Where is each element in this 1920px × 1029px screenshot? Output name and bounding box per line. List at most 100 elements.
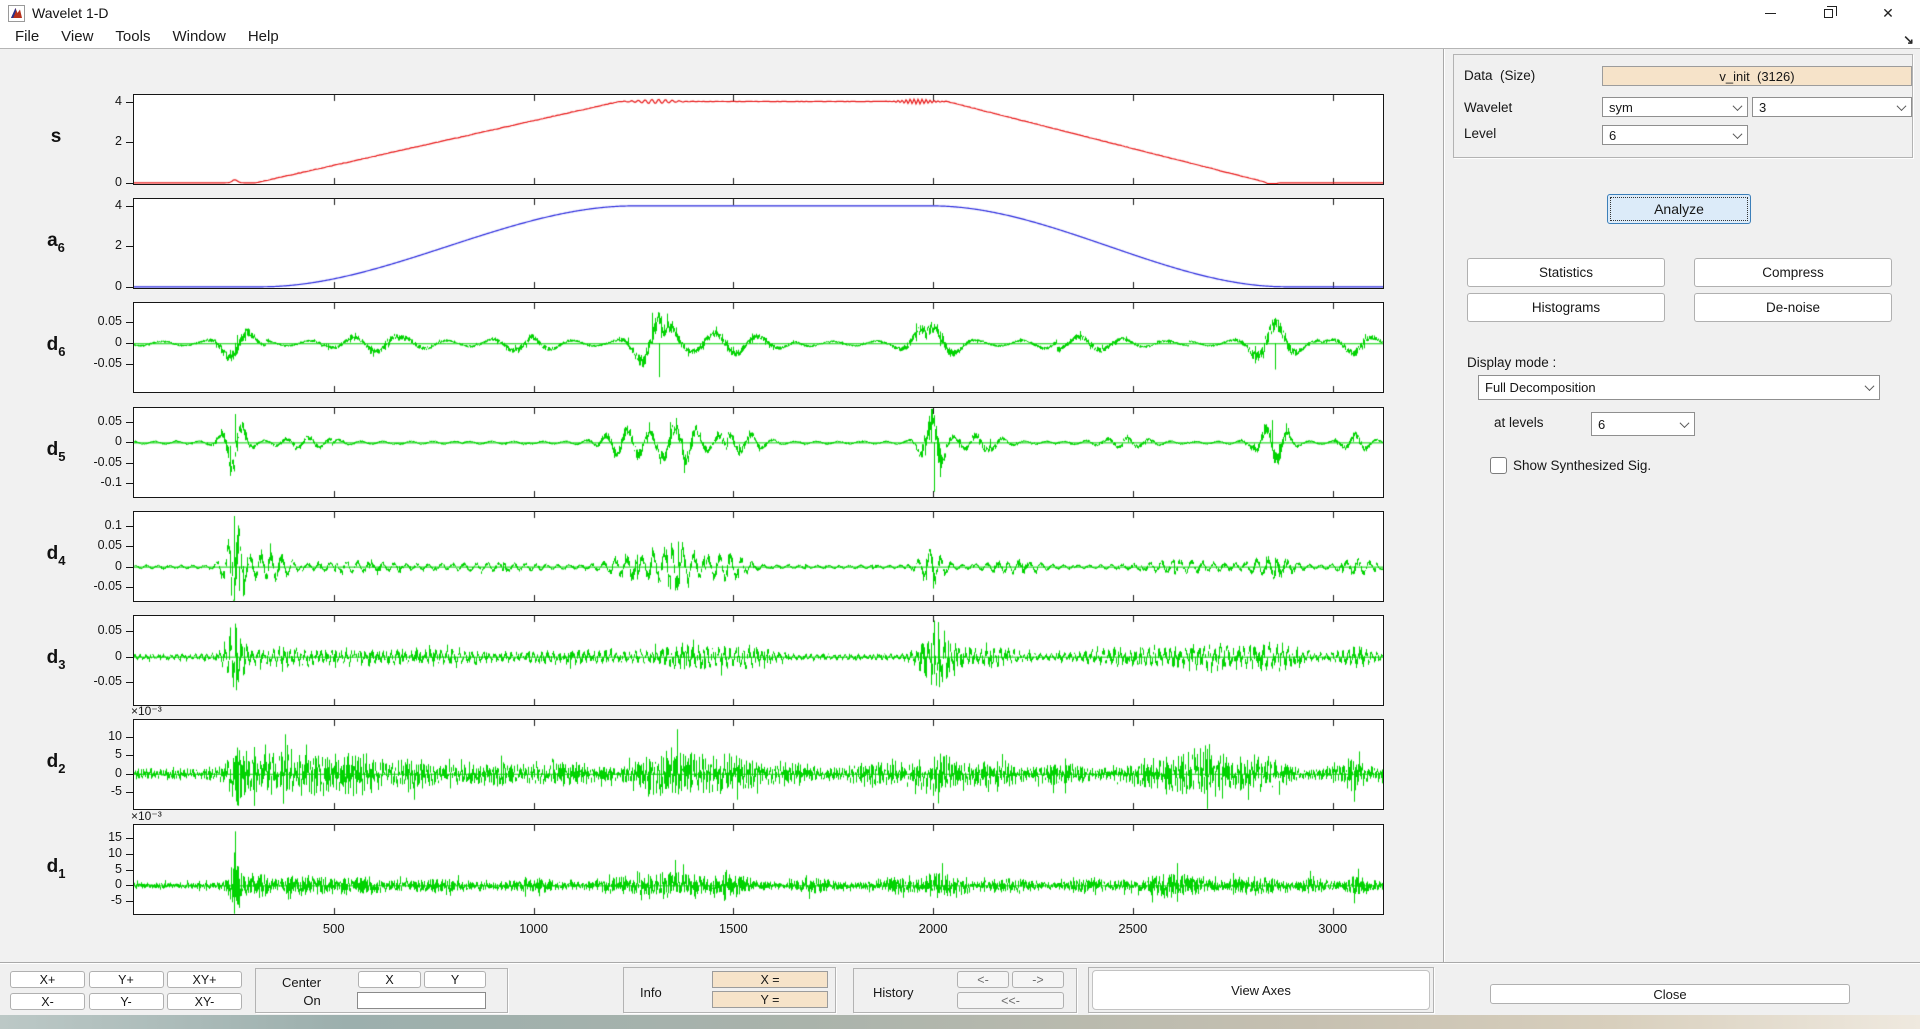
plot-d4[interactable] <box>133 511 1384 602</box>
statistics-button[interactable]: Statistics <box>1467 258 1665 287</box>
x-tick-label: 2000 <box>898 921 968 936</box>
info-y-field: Y = <box>712 991 828 1008</box>
y-tick-label: -0.05 <box>58 579 122 593</box>
display-mode-select[interactable]: Full Decomposition <box>1478 375 1880 400</box>
y-tick-label: 0.05 <box>58 623 122 637</box>
data-size-label: Data (Size) <box>1464 68 1535 83</box>
x-tick-label: 2500 <box>1098 921 1168 936</box>
y-tick-label: 5 <box>58 747 122 761</box>
history-label: History <box>873 985 933 1000</box>
compress-button[interactable]: Compress <box>1694 258 1892 287</box>
plot-canvas-d6 <box>134 303 1383 392</box>
zoom-x--button[interactable]: X- <box>10 993 85 1010</box>
menu-view[interactable]: View <box>50 26 104 48</box>
y-tick-label: 0 <box>58 175 122 189</box>
y-tick-label: -0.05 <box>58 455 122 469</box>
view-axes-button[interactable]: View Axes <box>1092 970 1430 1010</box>
y-tick-label: 5 <box>58 862 122 876</box>
y-tick-label: -0.05 <box>58 356 122 370</box>
y-tick-label: 0.05 <box>58 538 122 552</box>
plot-a6[interactable] <box>133 198 1384 289</box>
data-size-value: v_init (3126) <box>1602 66 1912 86</box>
zoom-xy-plus-button[interactable]: XY+ <box>167 971 242 988</box>
y-tick-label: 0.1 <box>58 518 122 532</box>
wavelet-number-value: 3 <box>1759 100 1766 115</box>
analyze-button[interactable]: Analyze <box>1607 194 1751 224</box>
center-y-button[interactable]: Y <box>424 971 486 988</box>
chevron-down-icon <box>1733 129 1743 139</box>
menu-bar: FileViewToolsWindowHelp <box>0 26 1920 49</box>
matlab-membrane-icon <box>10 7 23 20</box>
menu-file[interactable]: File <box>4 26 50 48</box>
dock-figure-arrow-icon[interactable]: ↘ <box>1903 32 1914 48</box>
center-x-button[interactable]: X <box>358 971 421 988</box>
y-tick-label: 0 <box>58 335 122 349</box>
matlab-app-icon <box>8 5 25 22</box>
level-value: 6 <box>1609 128 1616 143</box>
plot-d1[interactable] <box>133 824 1384 915</box>
x-tick-label: 1500 <box>698 921 768 936</box>
menu-tools[interactable]: Tools <box>104 26 161 48</box>
zoom-xy--button[interactable]: XY- <box>167 993 242 1010</box>
center-on-input[interactable] <box>357 992 486 1009</box>
wavelet-1d-window: Wavelet 1-D ✕ FileViewToolsWindowHelp ↘ … <box>0 0 1920 1029</box>
denoise-button[interactable]: De-noise <box>1694 293 1892 322</box>
wavelet-family-select[interactable]: sym <box>1602 97 1748 117</box>
y-tick-label: 0 <box>58 766 122 780</box>
at-levels-select[interactable]: 6 <box>1591 412 1695 436</box>
plot-canvas-a6 <box>134 199 1383 288</box>
history-next-button[interactable]: -> <box>1012 971 1064 988</box>
y-tick-label: 10 <box>58 729 122 743</box>
desktop-edge <box>0 1015 1920 1029</box>
y-tick-label: 4 <box>58 94 122 108</box>
y-tick-label: -0.05 <box>58 674 122 688</box>
level-select[interactable]: 6 <box>1602 125 1748 145</box>
chevron-down-icon <box>1897 101 1907 111</box>
y-tick-label: -5 <box>58 784 122 798</box>
y-tick-label: 0.05 <box>58 414 122 428</box>
history-back-button[interactable]: <<- <box>957 992 1064 1009</box>
menu-help[interactable]: Help <box>237 26 290 48</box>
wavelet-family-value: sym <box>1609 100 1633 115</box>
on-label: On <box>282 993 342 1008</box>
chevron-down-icon <box>1865 381 1875 391</box>
y-tick-label: -5 <box>58 893 122 907</box>
plot-d3[interactable] <box>133 615 1384 706</box>
plot-canvas-d1 <box>134 825 1383 914</box>
show-synthesized-checkbox[interactable] <box>1490 457 1507 474</box>
zoom-y--button[interactable]: Y- <box>89 993 164 1010</box>
decomposition-plot-area: Decomposition at level 6 : s = a6 + d6 +… <box>0 49 1443 963</box>
plot-canvas-s <box>134 95 1383 184</box>
level-label: Level <box>1464 126 1496 141</box>
close-icon: ✕ <box>1882 6 1894 20</box>
center-label: Center <box>282 975 342 990</box>
zoom-y-plus-button[interactable]: Y+ <box>89 971 164 988</box>
zoom-x-plus-button[interactable]: X+ <box>10 971 85 988</box>
y-tick-label: 2 <box>58 134 122 148</box>
control-panel: Data (Size) v_init (3126) Wavelet sym 3 … <box>1445 49 1920 963</box>
restore-button[interactable] <box>1805 0 1851 26</box>
y-tick-label: 0 <box>58 877 122 891</box>
close-button[interactable]: Close <box>1490 984 1850 1004</box>
info-x-field: X = <box>712 971 828 988</box>
x-tick-label: 500 <box>299 921 369 936</box>
at-levels-label: at levels <box>1494 415 1544 430</box>
x-tick-label: 3000 <box>1298 921 1368 936</box>
close-window-button[interactable]: ✕ <box>1865 0 1911 26</box>
wavelet-number-select[interactable]: 3 <box>1752 97 1912 117</box>
y-tick-label: 0 <box>58 279 122 293</box>
history-prev-button[interactable]: <- <box>957 971 1009 988</box>
exponent-label-d1: ×10⁻³ <box>131 809 162 823</box>
x-tick-label: 1000 <box>499 921 569 936</box>
histograms-button[interactable]: Histograms <box>1467 293 1665 322</box>
exponent-label-d2: ×10⁻³ <box>131 704 162 718</box>
plot-d2[interactable] <box>133 719 1384 810</box>
y-tick-label: 15 <box>58 830 122 844</box>
display-mode-label: Display mode : <box>1467 355 1556 370</box>
plot-s[interactable] <box>133 94 1384 185</box>
y-tick-label: 0 <box>58 649 122 663</box>
plot-d5[interactable] <box>133 407 1384 498</box>
menu-window[interactable]: Window <box>161 26 236 48</box>
plot-d6[interactable] <box>133 302 1384 393</box>
minimize-button[interactable] <box>1747 0 1793 26</box>
